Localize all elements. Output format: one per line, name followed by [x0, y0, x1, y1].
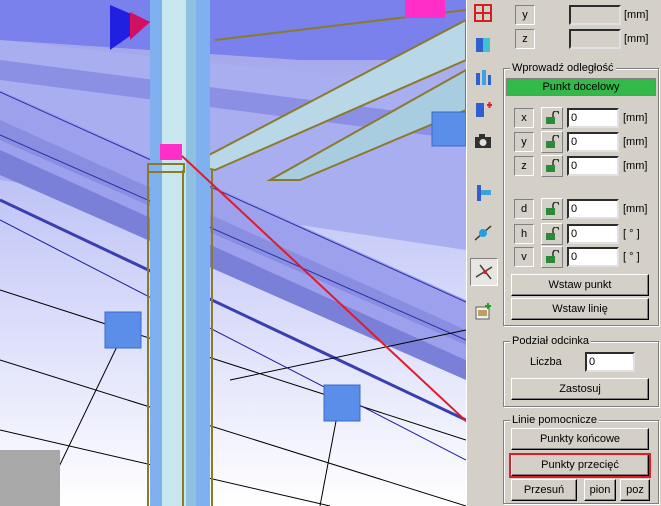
- intersection-icon[interactable]: [470, 258, 498, 286]
- coord-unit-y: [mm]: [624, 9, 649, 21]
- apply-button[interactable]: Zastosuj: [511, 378, 649, 400]
- dist-input-z[interactable]: 0: [567, 156, 619, 176]
- dist-unit-v: [ ° ]: [623, 251, 640, 263]
- lock-icon[interactable]: [541, 246, 563, 268]
- dist-unit-z: [mm]: [623, 160, 648, 172]
- grid-icon[interactable]: [470, 0, 496, 26]
- intersections-highlight: [509, 453, 651, 478]
- properties-panel: y [mm] z [mm] Wprowadź odległość Punkt d…: [499, 0, 661, 506]
- dist-input-h[interactable]: 0: [567, 224, 619, 244]
- lock-icon[interactable]: [541, 155, 563, 177]
- dist-label-d: d: [514, 199, 534, 219]
- dist-label-x: x: [514, 108, 534, 128]
- dist-unit-x: [mm]: [623, 112, 648, 124]
- dist-input-d[interactable]: 0: [567, 199, 619, 219]
- dist-label-y: y: [514, 132, 534, 152]
- dist-label-h: h: [514, 224, 534, 244]
- segment-group: Podział odcinka Liczba 0 Zastosuj: [503, 335, 659, 407]
- coord-label-z: z: [515, 29, 535, 49]
- insert-point-button[interactable]: Wstaw punkt: [511, 274, 649, 296]
- coord-unit-z: [mm]: [624, 33, 649, 45]
- dist-unit-h: [ ° ]: [623, 228, 640, 240]
- align-icon[interactable]: [470, 180, 496, 206]
- count-label: Liczba: [530, 356, 562, 368]
- coord-input-z: [569, 29, 621, 49]
- distance-group: Wprowadź odległość Punkt docelowy x 0 [m…: [503, 62, 659, 326]
- lock-icon[interactable]: [541, 107, 563, 129]
- snap-point-icon[interactable]: [470, 220, 496, 246]
- add-object-icon[interactable]: [470, 298, 496, 324]
- dist-input-y[interactable]: 0: [567, 132, 619, 152]
- 3d-viewport[interactable]: [0, 0, 466, 506]
- guides-group: Linie pomocnicze Punkty końcowe Punkty p…: [503, 414, 659, 504]
- dist-label-v: v: [514, 247, 534, 267]
- coord-label-y: y: [515, 5, 535, 25]
- insert-line-button[interactable]: Wstaw linię: [511, 298, 649, 320]
- horizontal-button[interactable]: poz: [620, 479, 650, 501]
- endpoints-button[interactable]: Punkty końcowe: [511, 428, 649, 450]
- dist-input-x[interactable]: 0: [567, 108, 619, 128]
- lock-icon[interactable]: [541, 198, 563, 220]
- vertical-button[interactable]: pion: [584, 479, 616, 501]
- add-point-icon[interactable]: [470, 96, 496, 122]
- lock-icon[interactable]: [541, 131, 563, 153]
- dist-unit-d: [mm]: [623, 203, 648, 215]
- columns-icon[interactable]: [470, 64, 496, 90]
- guides-title: Linie pomocnicze: [510, 414, 599, 427]
- dist-input-v[interactable]: 0: [567, 247, 619, 267]
- camera-icon[interactable]: [470, 128, 496, 154]
- distance-title: Wprowadź odległość: [510, 62, 616, 75]
- coord-input-y: [569, 5, 621, 25]
- target-point-bar[interactable]: Punkt docelowy: [506, 78, 656, 96]
- structure-scene: [0, 0, 466, 506]
- section-view-icon[interactable]: [470, 32, 496, 58]
- segment-title: Podział odcinka: [510, 335, 592, 348]
- count-input[interactable]: 0: [585, 352, 635, 372]
- dist-unit-y: [mm]: [623, 136, 648, 148]
- tools-toolbar: [466, 0, 500, 506]
- move-button[interactable]: Przesuń: [511, 479, 577, 501]
- dist-label-z: z: [514, 156, 534, 176]
- lock-icon[interactable]: [541, 223, 563, 245]
